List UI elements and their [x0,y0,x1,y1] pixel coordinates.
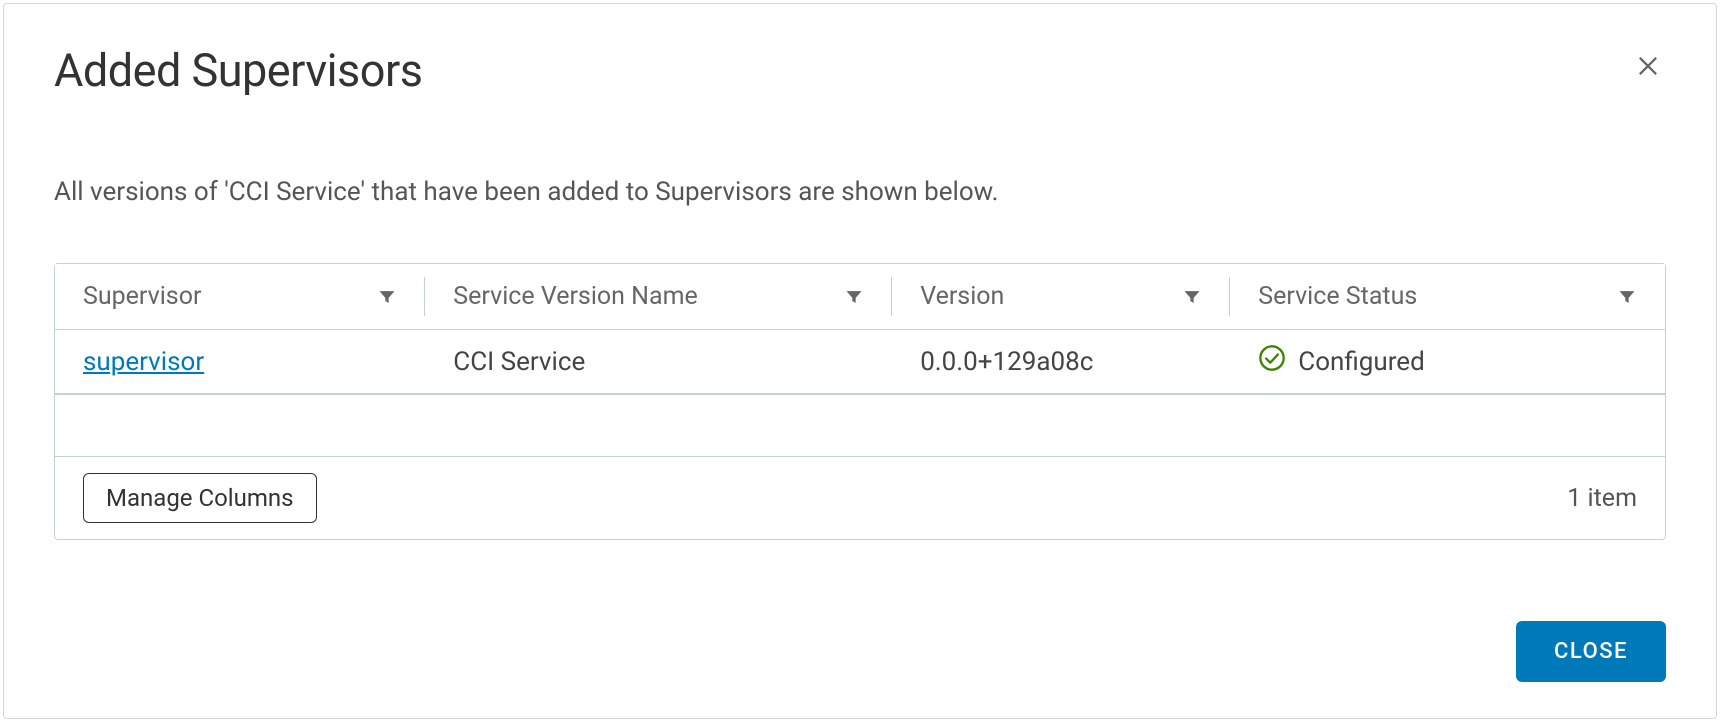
column-header-version[interactable]: Version [892,264,1230,330]
added-supervisors-modal: Added Supervisors All versions of 'CCI S… [3,3,1717,719]
table-row: supervisor CCI Service 0.0.0+129a08c [55,330,1665,395]
filter-icon[interactable] [1182,287,1202,307]
item-count: 1 item [1567,484,1637,513]
column-header-service-status[interactable]: Service Status [1230,264,1665,330]
column-label: Service Version Name [453,282,698,311]
table-footer: Manage Columns 1 item [55,457,1665,539]
status-text: Configured [1298,347,1424,377]
modal-description: All versions of 'CCI Service' that have … [54,177,1666,207]
column-label: Service Status [1258,282,1417,311]
modal-header: Added Supervisors [54,44,1666,97]
column-header-supervisor[interactable]: Supervisor [55,264,425,330]
filter-icon[interactable] [377,287,397,307]
cell-supervisor: supervisor [55,330,425,395]
filter-icon[interactable] [844,287,864,307]
supervisors-table: Supervisor Service Version Name [55,264,1665,395]
filter-icon[interactable] [1617,287,1637,307]
column-label: Supervisor [83,282,201,311]
close-button[interactable]: CLOSE [1516,621,1666,682]
supervisor-link[interactable]: supervisor [83,347,204,377]
cell-service-status: Configured [1230,330,1665,395]
table-header-row: Supervisor Service Version Name [55,264,1665,330]
modal-footer: CLOSE [54,585,1666,682]
close-icon-button[interactable] [1630,48,1666,87]
modal-title: Added Supervisors [54,44,422,97]
manage-columns-button[interactable]: Manage Columns [83,473,317,523]
supervisors-table-wrapper: Supervisor Service Version Name [54,263,1666,540]
table-spacer [55,395,1665,457]
column-header-service-version-name[interactable]: Service Version Name [425,264,892,330]
column-label: Version [920,282,1004,311]
check-circle-icon [1258,344,1286,379]
cell-service-version-name: CCI Service [425,330,892,395]
cell-version: 0.0.0+129a08c [892,330,1230,395]
close-icon [1634,52,1662,83]
